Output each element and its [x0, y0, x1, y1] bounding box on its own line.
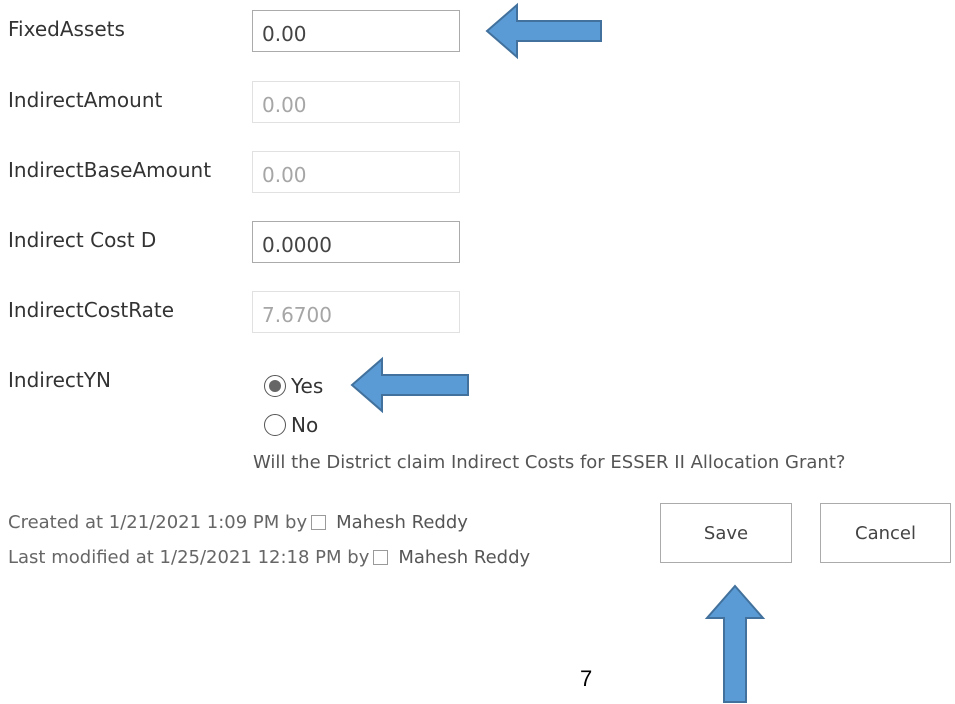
- created-by-user[interactable]: Mahesh Reddy: [336, 512, 468, 533]
- indirect-yn-label: IndirectYN: [8, 368, 111, 392]
- indirect-amount-label: IndirectAmount: [8, 88, 163, 112]
- radio-no-button[interactable]: [264, 414, 286, 436]
- modified-by-user[interactable]: Mahesh Reddy: [398, 547, 530, 568]
- radio-yes-button[interactable]: [264, 375, 286, 397]
- left-arrow-icon: [350, 356, 469, 414]
- up-arrow-icon: [704, 584, 766, 703]
- save-button[interactable]: Save: [660, 503, 792, 563]
- left-arrow-icon: [485, 2, 602, 60]
- created-info: Created at 1/21/2021 1:09 PM by Mahesh R…: [8, 512, 468, 533]
- fixed-assets-input[interactable]: 0.00: [252, 10, 460, 52]
- page-number: 7: [580, 666, 593, 691]
- indirect-base-amount-label: IndirectBaseAmount: [8, 158, 212, 182]
- indirect-cost-rate-label: IndirectCostRate: [8, 298, 175, 322]
- radio-no-label: No: [291, 413, 319, 437]
- indirect-cost-d-label: Indirect Cost D: [8, 228, 157, 252]
- fixed-assets-label: FixedAssets: [8, 17, 125, 41]
- indirect-cost-d-input[interactable]: 0.0000: [252, 221, 460, 263]
- modified-info: Last modified at 1/25/2021 12:18 PM by M…: [8, 547, 530, 568]
- created-text: Created at 1/21/2021 1:09 PM by: [8, 512, 308, 533]
- cancel-button[interactable]: Cancel: [820, 503, 951, 563]
- indirect-cost-rate-field: 7.6700: [252, 291, 460, 333]
- user-presence-icon: [311, 515, 327, 530]
- modified-text: Last modified at 1/25/2021 12:18 PM by: [8, 547, 370, 568]
- indirect-yn-hint: Will the District claim Indirect Costs f…: [253, 452, 846, 473]
- indirect-amount-field: 0.00: [252, 81, 460, 123]
- indirect-base-amount-field: 0.00: [252, 151, 460, 193]
- radio-option-yes[interactable]: Yes: [264, 372, 323, 400]
- radio-yes-label: Yes: [291, 374, 324, 398]
- radio-option-no[interactable]: No: [264, 411, 318, 439]
- user-presence-icon: [373, 550, 389, 565]
